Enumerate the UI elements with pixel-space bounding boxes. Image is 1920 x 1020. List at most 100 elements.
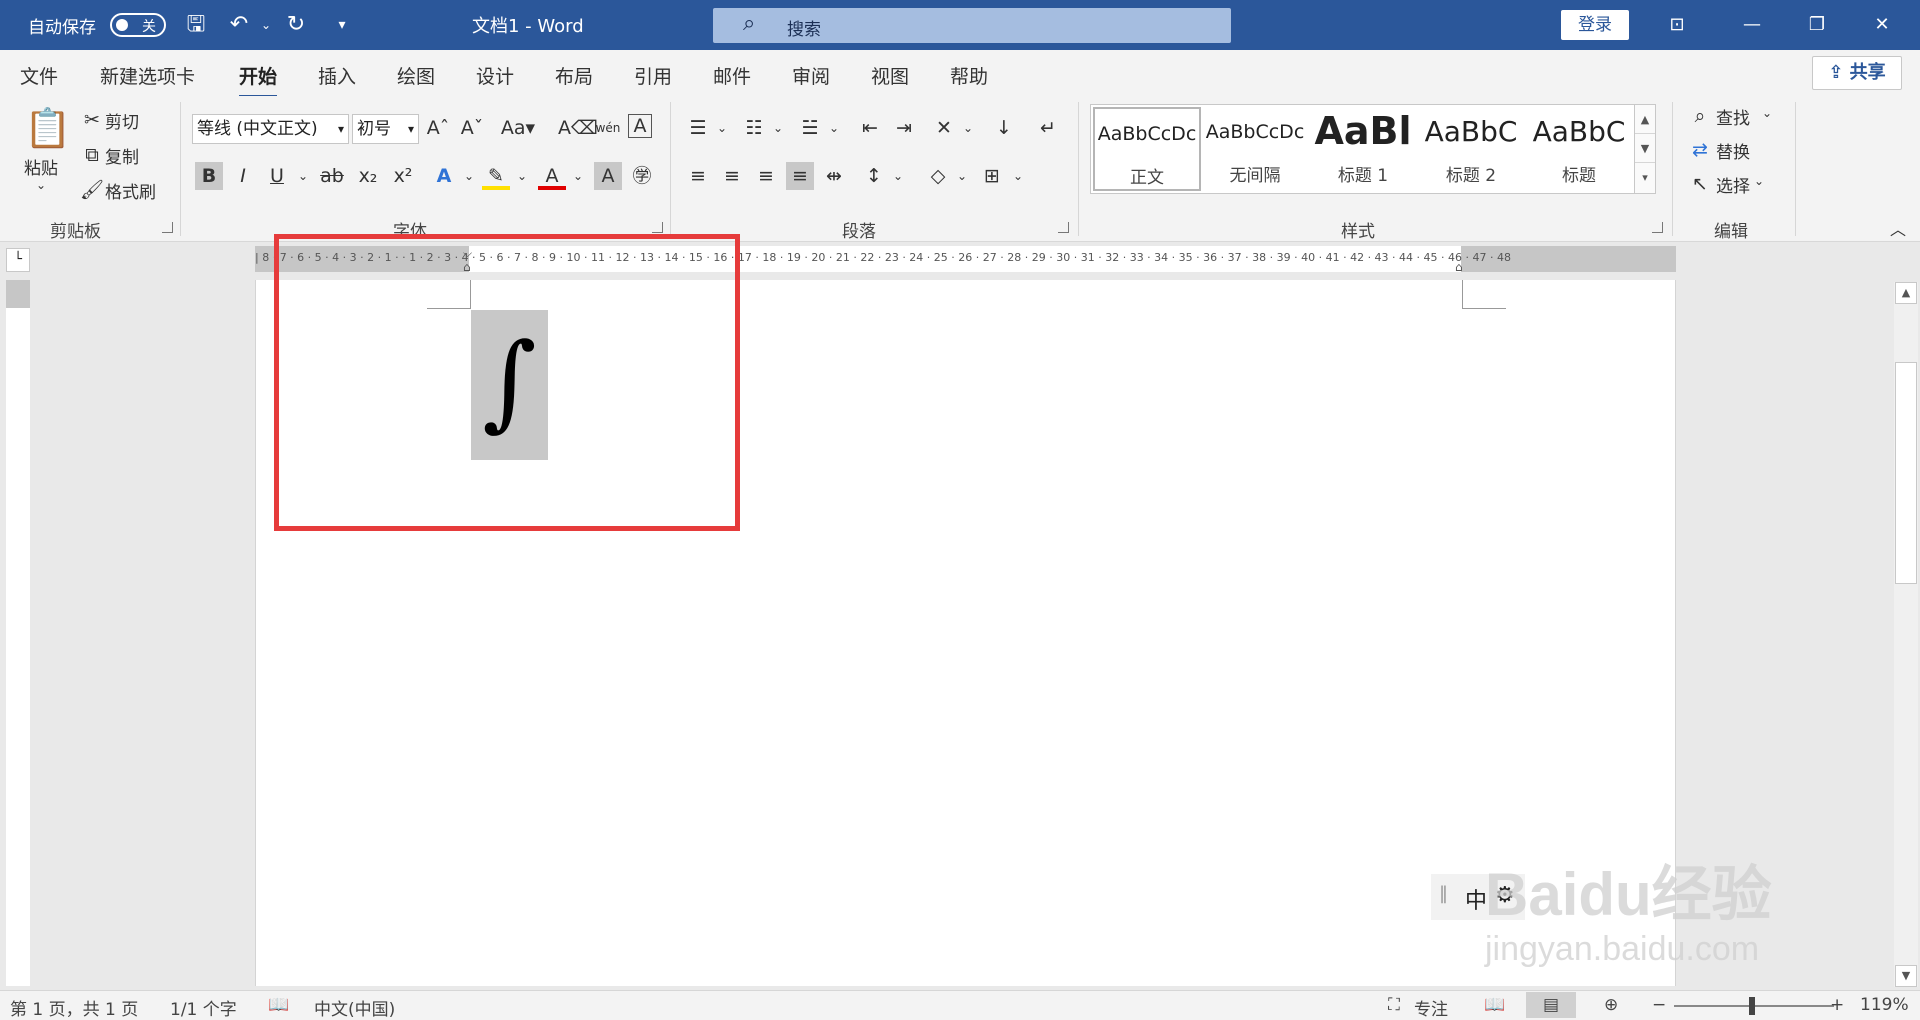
word-count[interactable]: 1/1 个字 [170, 995, 237, 1020]
close-icon[interactable]: ✕ [1862, 8, 1902, 42]
styles-launcher-icon[interactable] [1652, 222, 1663, 233]
format-painter-icon[interactable]: 🖌 [78, 176, 106, 204]
borders-icon[interactable]: ⊞ [978, 162, 1006, 190]
tab-draw[interactable]: 绘图 [397, 62, 435, 89]
gallery-more-icon[interactable]: ▾ [1635, 163, 1655, 192]
style-item-heading2[interactable]: AaBbC 标题 2 [1417, 107, 1525, 191]
tab-new-tab[interactable]: 新建选项卡 [100, 62, 195, 89]
multilevel-dropdown-icon[interactable]: ⌄ [820, 114, 848, 142]
login-button[interactable]: 登录 [1561, 10, 1629, 40]
paste-label[interactable]: 粘贴 [24, 154, 58, 179]
gallery-up-icon[interactable]: ▲ [1635, 105, 1655, 134]
decrease-indent-icon[interactable]: ⇤ [856, 114, 884, 142]
find-dropdown-icon[interactable]: ⌄ [1762, 106, 1772, 120]
replace-label[interactable]: 替换 [1716, 138, 1750, 163]
tab-home[interactable]: 开始 [239, 62, 278, 98]
tab-mailings[interactable]: 邮件 [713, 62, 751, 89]
clipboard-launcher-icon[interactable] [162, 222, 173, 233]
change-case-icon[interactable]: Aa▾ [498, 114, 538, 142]
zoom-level[interactable]: 119% [1860, 995, 1909, 1015]
format-painter-label[interactable]: 格式刷 [105, 178, 156, 203]
align-center-icon[interactable]: ≡ [718, 162, 746, 190]
cut-icon[interactable]: ✂ [78, 106, 106, 134]
gallery-down-icon[interactable]: ▼ [1635, 134, 1655, 163]
focus-label[interactable]: 专注 [1414, 995, 1448, 1020]
font-name-dropdown[interactable]: 等线 (中文正文) ▾ [192, 114, 349, 144]
style-item-normal[interactable]: AaBbCcDc 正文 [1093, 107, 1201, 191]
grow-font-icon[interactable]: Aˆ [424, 114, 452, 142]
tab-insert[interactable]: 插入 [318, 62, 356, 89]
paragraph-launcher-icon[interactable] [1058, 222, 1069, 233]
text-effects-icon[interactable]: A [430, 162, 458, 190]
select-label[interactable]: 选择 [1716, 172, 1750, 197]
zoom-out-icon[interactable]: − [1652, 995, 1666, 1015]
web-layout-icon[interactable]: ⊕ [1604, 995, 1618, 1015]
style-item-heading1[interactable]: AaBl 标题 1 [1309, 107, 1417, 191]
language-indicator[interactable]: 中文(中国) [314, 995, 395, 1020]
paste-dropdown-icon[interactable]: ⌄ [36, 178, 46, 192]
copy-icon[interactable]: ⧉ [78, 141, 106, 169]
tab-design[interactable]: 设计 [476, 62, 514, 89]
highlight-dropdown-icon[interactable]: ⌄ [508, 162, 536, 190]
paste-icon[interactable]: 📋 [24, 104, 71, 152]
character-shading-icon[interactable]: A [594, 162, 622, 190]
ime-mode[interactable]: 中 [1465, 883, 1487, 915]
shrink-font-icon[interactable]: Aˇ [458, 114, 486, 142]
bold-icon[interactable]: B [195, 162, 223, 190]
focus-icon[interactable]: ⛶ [1388, 995, 1400, 1015]
asian-layout-dropdown-icon[interactable]: ⌄ [954, 114, 982, 142]
character-border-icon[interactable]: A [628, 114, 652, 138]
tab-help[interactable]: 帮助 [950, 62, 988, 89]
redo-icon[interactable]: ↻ [281, 10, 311, 40]
highlight-icon[interactable]: ✎ [482, 162, 510, 190]
style-item-no-spacing[interactable]: AaBbCcDc 无间隔 [1201, 107, 1309, 191]
autosave-toggle[interactable]: 关 [110, 13, 166, 37]
superscript-icon[interactable]: x² [389, 162, 417, 190]
tab-layout[interactable]: 布局 [555, 62, 593, 89]
replace-icon[interactable]: ⇄ [1686, 136, 1714, 164]
restore-icon[interactable]: ❐ [1797, 8, 1837, 42]
distributed-icon[interactable]: ⇹ [820, 162, 848, 190]
minimize-icon[interactable]: — [1732, 8, 1772, 42]
shading-dropdown-icon[interactable]: ⌄ [948, 162, 976, 190]
borders-dropdown-icon[interactable]: ⌄ [1004, 162, 1032, 190]
tab-view[interactable]: 视图 [871, 62, 909, 89]
underline-icon[interactable]: U [263, 162, 291, 190]
page-count[interactable]: 第 1 页，共 1 页 [10, 995, 138, 1020]
font-color-icon[interactable]: A [538, 162, 566, 190]
font-color-dropdown-icon[interactable]: ⌄ [564, 162, 592, 190]
proofing-icon[interactable]: 📖 [268, 995, 289, 1015]
align-right-icon[interactable]: ≡ [752, 162, 780, 190]
select-icon[interactable]: ↖ [1686, 170, 1714, 198]
font-size-dropdown[interactable]: 初号 ▾ [352, 114, 419, 144]
enclose-characters-icon[interactable]: ㊫ [628, 162, 656, 190]
vertical-scrollbar[interactable]: ▲ ▼ [1894, 282, 1918, 987]
strikethrough-icon[interactable]: ab [318, 162, 346, 190]
scroll-thumb[interactable] [1895, 362, 1917, 584]
cut-label[interactable]: 剪切 [105, 108, 139, 133]
clear-formatting-icon[interactable]: A⌫ [558, 114, 598, 142]
tab-references[interactable]: 引用 [634, 62, 672, 89]
share-button[interactable]: ⇪ 共享 [1812, 56, 1902, 90]
ribbon-display-options-icon[interactable]: ⊡ [1657, 8, 1697, 42]
undo-dropdown-icon[interactable]: ⌄ [251, 10, 281, 40]
read-mode-icon[interactable]: 📖 [1484, 995, 1505, 1015]
vertical-ruler[interactable] [6, 280, 30, 986]
justify-icon[interactable]: ≡ [786, 162, 814, 190]
italic-icon[interactable]: I [229, 162, 257, 190]
tab-review[interactable]: 审阅 [792, 62, 830, 89]
collapse-ribbon-icon[interactable]: ︿ [1890, 216, 1906, 240]
align-left-icon[interactable]: ≡ [684, 162, 712, 190]
sort-icon[interactable]: ↓ [990, 114, 1018, 142]
phonetic-guide-icon[interactable]: wén [594, 114, 622, 142]
ime-handle-icon[interactable]: ‖ [1439, 883, 1448, 904]
zoom-slider-thumb[interactable] [1749, 997, 1755, 1015]
save-icon[interactable]: 🖫 [181, 10, 211, 40]
select-dropdown-icon[interactable]: ⌄ [1754, 174, 1764, 188]
print-layout-icon[interactable]: ▤ [1526, 992, 1576, 1018]
numbering-dropdown-icon[interactable]: ⌄ [764, 114, 792, 142]
zoom-in-icon[interactable]: + [1830, 995, 1844, 1015]
scroll-down-icon[interactable]: ▼ [1895, 965, 1917, 987]
subscript-icon[interactable]: x₂ [354, 162, 382, 190]
tab-selector-icon[interactable]: └ [6, 248, 30, 272]
